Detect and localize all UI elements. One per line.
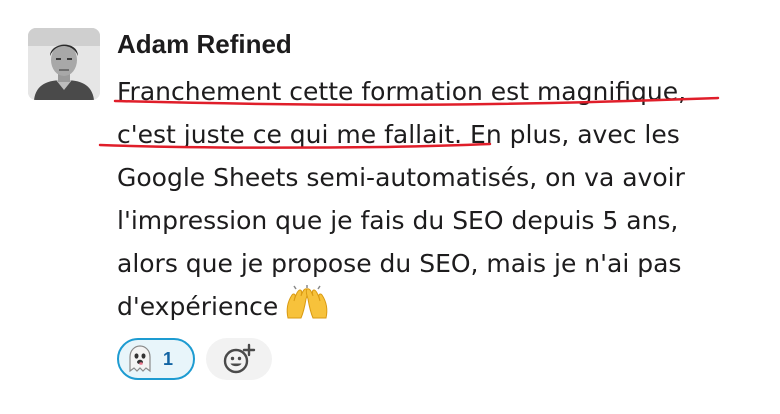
raising-hands-emoji — [284, 285, 330, 334]
message-line-5: alors que je propose du SEO, mais je n'a… — [117, 249, 682, 278]
add-reaction-button[interactable] — [206, 338, 272, 380]
message-line-4: l'impression que je fais du SEO depuis 5… — [117, 206, 679, 235]
message-line-1: Franchement cette formation est magnifiq… — [117, 77, 687, 106]
avatar-image — [28, 28, 100, 100]
reaction-count: 1 — [163, 348, 174, 369]
reaction-ghost[interactable]: 1 — [117, 338, 195, 380]
message-line-3: Google Sheets semi-automatisés, on va av… — [117, 163, 685, 192]
ghost-emoji-icon — [127, 345, 153, 373]
message-line-6: d'expérience — [117, 285, 757, 334]
chat-message: Adam Refined Franchement cette formation… — [0, 0, 780, 414]
message-body: Franchement cette formation est magnifiq… — [117, 70, 757, 334]
sender-name[interactable]: Adam Refined — [117, 27, 292, 61]
message-line-2: c'est juste ce qui me fallait. En plus, … — [117, 120, 680, 149]
add-emoji-icon — [222, 343, 256, 375]
message-line-6-text: d'expérience — [117, 292, 279, 321]
avatar[interactable] — [28, 28, 100, 100]
